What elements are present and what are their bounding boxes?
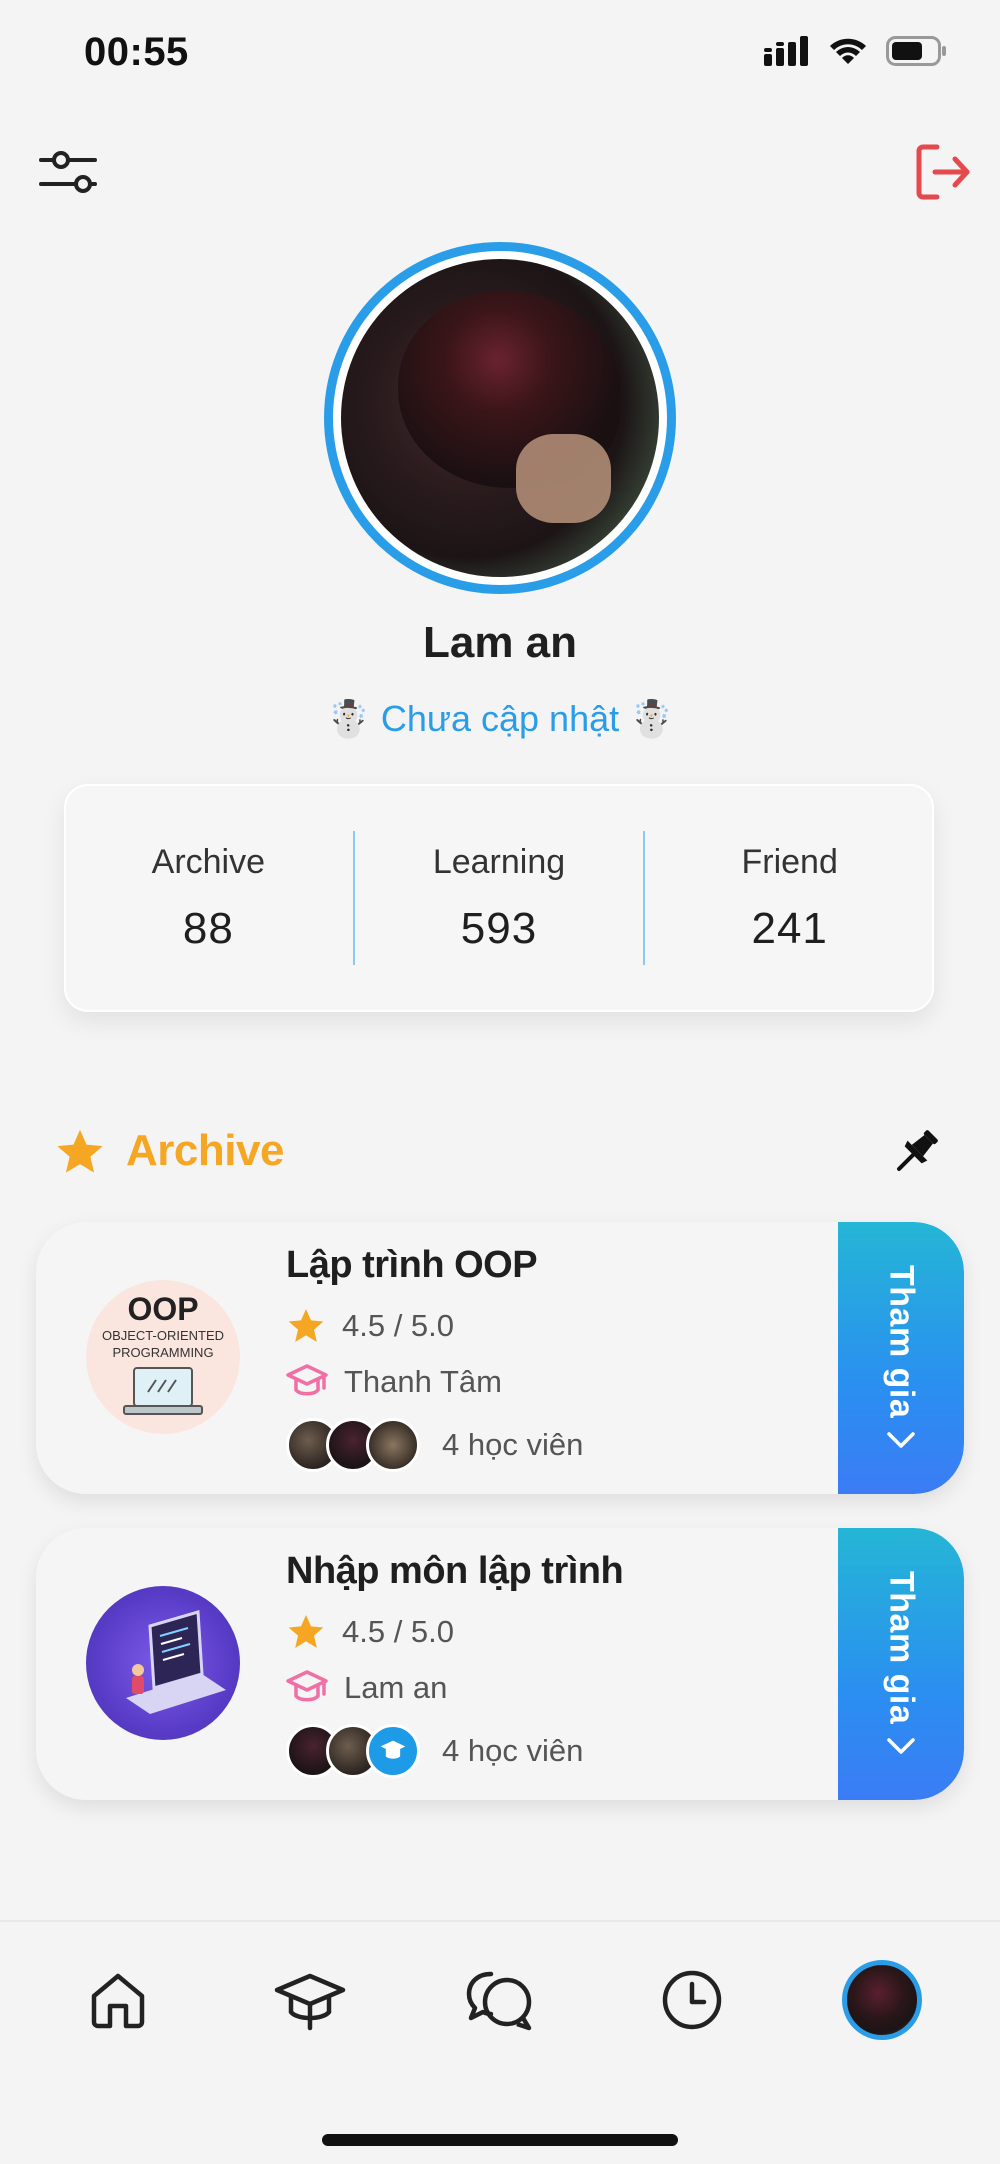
student-avatar xyxy=(366,1418,420,1472)
course-teacher-row: Thanh Tâm xyxy=(286,1362,502,1402)
graduation-cap-icon xyxy=(380,1740,406,1759)
course-teacher: Thanh Tâm xyxy=(344,1364,502,1399)
stat-friend[interactable]: Friend 241 xyxy=(645,843,934,954)
stat-label: Archive xyxy=(151,842,266,881)
star-icon xyxy=(288,1615,324,1648)
course-students-row: 4 học viên xyxy=(286,1418,583,1472)
profile-name: Lam an xyxy=(422,618,578,667)
sliders-icon xyxy=(39,151,97,193)
clock-icon xyxy=(662,1970,722,2030)
stat-value: 593 xyxy=(460,903,538,953)
course-students-row: 4 học viên xyxy=(286,1724,583,1778)
course-card[interactable]: Nhập môn lập trình 4.5 / 5.0 Lam an 4 họ… xyxy=(36,1528,964,1800)
profile-photo xyxy=(341,259,659,577)
student-avatars xyxy=(286,1418,420,1472)
pin-button[interactable] xyxy=(880,1116,952,1188)
laptop-illustration xyxy=(126,1610,226,1714)
battery-icon xyxy=(886,36,946,66)
oop-illustration: OOP OBJECT-ORIENTED PROGRAMMING xyxy=(102,1291,224,1415)
profile-avatar[interactable] xyxy=(324,242,676,594)
home-indicator xyxy=(322,2134,678,2146)
nav-courses[interactable] xyxy=(260,1950,360,2050)
course-students: 4 học viên xyxy=(442,1733,584,1768)
join-button[interactable]: Tham gia xyxy=(838,1222,964,1494)
join-label: Tham gia xyxy=(882,1265,921,1419)
status-icons xyxy=(764,36,948,66)
svg-text:OOP: OOP xyxy=(127,1291,198,1327)
student-avatar-school-logo xyxy=(366,1724,420,1778)
course-teacher-row: Lam an xyxy=(286,1668,447,1708)
nav-home[interactable] xyxy=(68,1950,168,2050)
course-thumbnail-intro xyxy=(86,1586,240,1740)
stats-card: Archive 88 Learning 593 Friend 241 xyxy=(64,784,934,1012)
course-card[interactable]: OOP OBJECT-ORIENTED PROGRAMMING Lập trìn… xyxy=(36,1222,964,1494)
nav-chat[interactable] xyxy=(450,1950,550,2050)
profile-status[interactable]: ☃️ Chưa cập nhật ☃️ xyxy=(0,698,1000,740)
signal-icon xyxy=(764,36,808,66)
graduation-cap-icon xyxy=(286,1364,328,1396)
logout-button[interactable] xyxy=(906,136,978,208)
profile-avatar-small xyxy=(842,1960,922,2040)
status-time: 00:55 xyxy=(84,30,189,74)
svg-text:OBJECT-ORIENTED: OBJECT-ORIENTED xyxy=(102,1328,224,1343)
filter-button[interactable] xyxy=(32,136,104,208)
stat-learning[interactable]: Learning 593 xyxy=(355,843,644,954)
course-rating-row: 4.5 / 5.0 xyxy=(286,1306,454,1346)
star-icon xyxy=(288,1309,324,1342)
logout-icon xyxy=(916,144,970,200)
course-rating-row: 4.5 / 5.0 xyxy=(286,1612,454,1652)
course-rating: 4.5 / 5.0 xyxy=(342,1614,455,1649)
svg-text:PROGRAMMING: PROGRAMMING xyxy=(112,1345,213,1360)
course-thumbnail-oop: OOP OBJECT-ORIENTED PROGRAMMING xyxy=(86,1280,240,1434)
graduation-cap-icon xyxy=(286,1670,328,1702)
section-title-archive: Archive xyxy=(126,1126,284,1175)
join-button[interactable]: Tham gia xyxy=(838,1528,964,1800)
stat-label: Friend xyxy=(741,842,838,881)
join-label: Tham gia xyxy=(882,1571,921,1725)
wifi-icon xyxy=(830,38,866,64)
stat-label: Learning xyxy=(432,842,566,881)
course-students: 4 học viên xyxy=(442,1427,584,1462)
course-rating: 4.5 / 5.0 xyxy=(342,1308,455,1343)
nav-profile[interactable] xyxy=(832,1950,932,2050)
student-avatars xyxy=(286,1724,420,1778)
chevron-down-icon xyxy=(887,1737,915,1754)
nav-history[interactable] xyxy=(642,1950,742,2050)
star-icon xyxy=(57,1129,103,1173)
pin-icon xyxy=(897,1130,938,1171)
stat-value: 88 xyxy=(182,903,234,953)
course-title: Lập trình OOP xyxy=(286,1244,538,1286)
graduation-cap-icon xyxy=(274,1973,346,2031)
course-teacher: Lam an xyxy=(344,1670,448,1705)
stat-value: 241 xyxy=(751,903,828,953)
course-title: Nhập môn lập trình xyxy=(286,1550,624,1592)
chat-icon xyxy=(466,1971,532,2031)
chevron-down-icon xyxy=(887,1431,915,1448)
stat-archive[interactable]: Archive 88 xyxy=(64,843,353,954)
home-icon xyxy=(91,1973,145,2029)
